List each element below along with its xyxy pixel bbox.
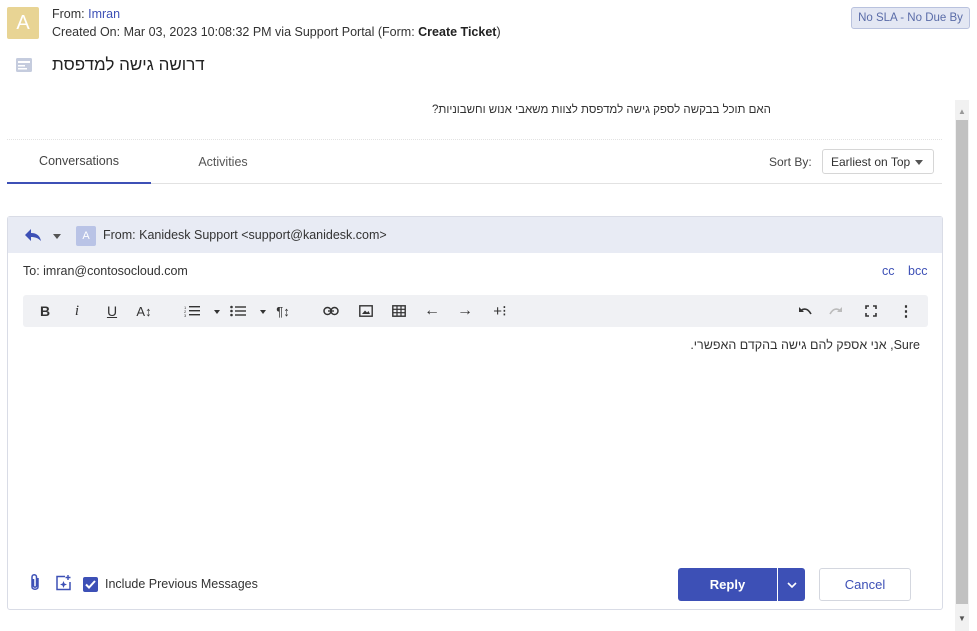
form-name: Create Ticket <box>418 25 497 39</box>
cc-link[interactable]: cc <box>882 264 895 278</box>
insert-more-plus-icon[interactable]: +⁝ <box>489 295 511 327</box>
scroll-down-arrow-icon[interactable]: ▼ <box>955 611 969 625</box>
image-icon[interactable] <box>356 295 376 327</box>
tab-conversations[interactable]: Conversations <box>7 140 151 184</box>
composer-from[interactable]: From: Kanidesk Support <support@kanidesk… <box>103 228 387 242</box>
ordered-list-icon[interactable]: 123 <box>183 295 201 327</box>
bcc-link[interactable]: bcc <box>908 264 927 278</box>
conversation-tabs: Conversations Activities Sort By: Earlie… <box>7 140 942 184</box>
ticket-header: A From: Imran Created On: Mar 03, 2023 1… <box>0 0 977 100</box>
ticket-from: From: Imran <box>52 7 120 21</box>
message-body-text: Sure, אני אספק להם גישה בהקדם האפשרי. <box>690 338 920 352</box>
from-name-link[interactable]: Imran <box>88 7 120 21</box>
include-previous-label[interactable]: Include Previous Messages <box>105 577 258 591</box>
more-options-icon[interactable]: ⋮ <box>899 295 914 327</box>
checkmark-icon <box>85 580 96 589</box>
font-size-button[interactable]: A↕ <box>134 295 154 327</box>
link-icon[interactable] <box>321 295 341 327</box>
ticket-card-icon <box>15 57 33 73</box>
sort-order-value: Earliest on Top <box>831 154 911 169</box>
customer-avatar: A <box>7 7 39 39</box>
reply-composer: A From: Kanidesk Support <support@kanide… <box>7 216 943 610</box>
reply-options-button[interactable] <box>778 568 805 601</box>
indent-arrow-right-icon[interactable]: → <box>455 295 475 327</box>
ticket-title: דרושה גישה למדפסת <box>52 55 205 74</box>
ticket-created-info: Created On: Mar 03, 2023 10:08:32 PM via… <box>52 25 501 39</box>
message-editor[interactable]: Sure, אני אספק להם גישה בהקדם האפשרי. <box>23 335 928 555</box>
composer-header: A From: Kanidesk Support <support@kanide… <box>8 217 942 253</box>
cancel-button[interactable]: Cancel <box>819 568 911 601</box>
italic-button[interactable]: i <box>69 295 85 327</box>
reply-icon[interactable] <box>24 228 42 242</box>
redo-icon[interactable] <box>826 295 846 327</box>
chevron-down-icon <box>786 581 797 588</box>
bold-button[interactable]: B <box>37 295 53 327</box>
paragraph-format-button[interactable]: ¶↕ <box>273 295 293 327</box>
scroll-up-arrow-icon[interactable]: ▲ <box>955 104 969 118</box>
ordered-list-dropdown-icon[interactable] <box>214 310 220 314</box>
tab-activities[interactable]: Activities <box>151 140 295 184</box>
page-scrollbar[interactable]: ▲ ▼ <box>955 100 969 631</box>
bullet-list-icon[interactable] <box>229 295 247 327</box>
underline-button[interactable]: U <box>104 295 120 327</box>
to-field[interactable]: To: imran@contosocloud.com <box>23 264 188 278</box>
sort-order-select[interactable]: Earliest on Top <box>822 149 934 174</box>
reply-button[interactable]: Reply <box>678 568 777 601</box>
insert-canned-response-icon[interactable] <box>55 575 72 594</box>
created-prefix: Created On: Mar 03, 2023 10:08:32 PM via… <box>52 25 419 39</box>
undo-icon[interactable] <box>795 295 815 327</box>
sort-by-label: Sort By: <box>769 155 812 169</box>
created-suffix: ) <box>496 25 501 39</box>
outdent-arrow-left-icon[interactable]: ← <box>422 295 442 327</box>
agent-avatar: A <box>76 226 96 246</box>
chevron-down-icon <box>915 160 923 165</box>
table-icon[interactable] <box>389 295 409 327</box>
bullet-list-dropdown-icon[interactable] <box>260 310 266 314</box>
reply-type-dropdown-icon[interactable] <box>53 234 61 239</box>
svg-text:3: 3 <box>184 313 187 317</box>
editor-toolbar: B i U A↕ 123 ¶↕ ← → +⁝ ⋮ <box>23 295 928 327</box>
attachment-paperclip-icon[interactable] <box>29 573 41 596</box>
ticket-description: האם תוכל בבקשה לספק גישה למדפסת לצוות מש… <box>432 104 771 116</box>
fullscreen-icon[interactable] <box>861 295 881 327</box>
scroll-thumb[interactable] <box>956 120 968 604</box>
from-label: From: <box>52 7 89 21</box>
include-previous-checkbox[interactable] <box>83 577 98 592</box>
sla-badge[interactable]: No SLA - No Due By <box>851 7 970 29</box>
